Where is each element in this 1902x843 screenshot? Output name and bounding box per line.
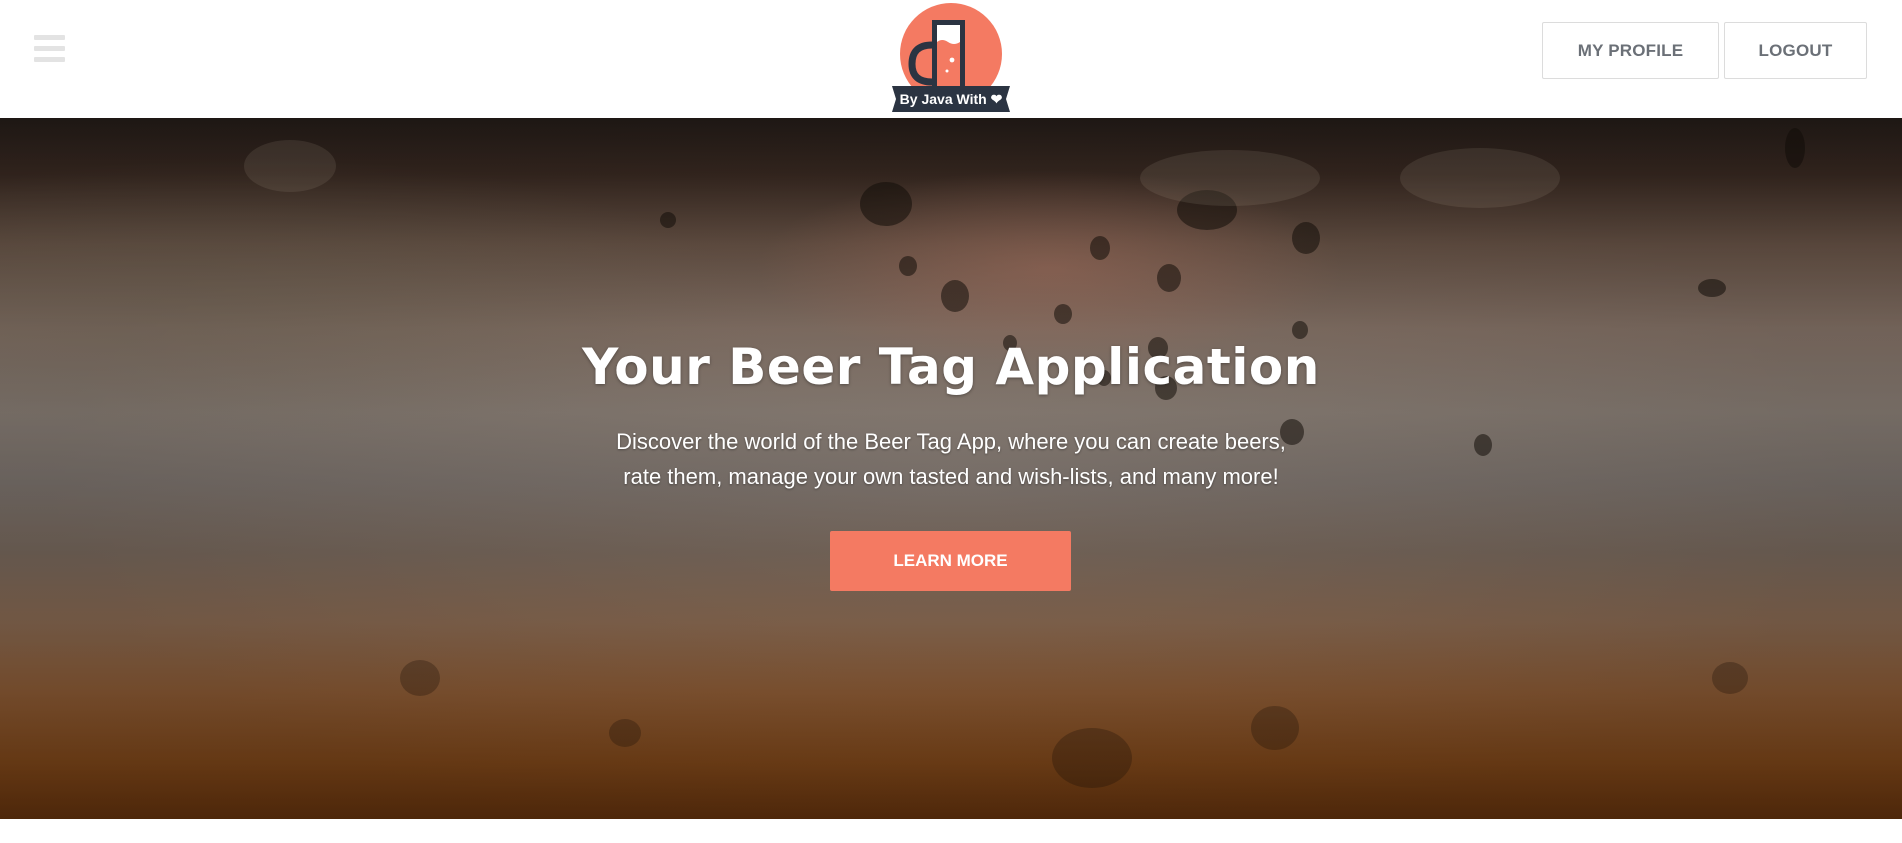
top-navigation-bar: By Java With ❤ MY PROFILE LOGOUT xyxy=(0,0,1902,118)
my-profile-button[interactable]: MY PROFILE xyxy=(1542,22,1719,79)
hero-subtitle: Discover the world of the Beer Tag App, … xyxy=(551,424,1351,494)
hero-subtitle-line-1: Discover the world of the Beer Tag App, … xyxy=(616,429,1286,454)
logo[interactable]: By Java With ❤ xyxy=(886,2,1016,114)
beer-mug-icon: By Java With ❤ xyxy=(892,3,1010,112)
logo-tagline: By Java With ❤ xyxy=(900,91,1003,107)
hero-subtitle-line-2: rate them, manage your own tasted and wi… xyxy=(623,464,1279,489)
learn-more-button[interactable]: LEARN MORE xyxy=(830,531,1071,591)
hero-title: Your Beer Tag Application xyxy=(582,338,1320,396)
logout-button[interactable]: LOGOUT xyxy=(1724,22,1867,79)
hero-banner: Your Beer Tag Application Discover the w… xyxy=(0,118,1902,819)
hamburger-menu-icon[interactable] xyxy=(34,35,65,63)
